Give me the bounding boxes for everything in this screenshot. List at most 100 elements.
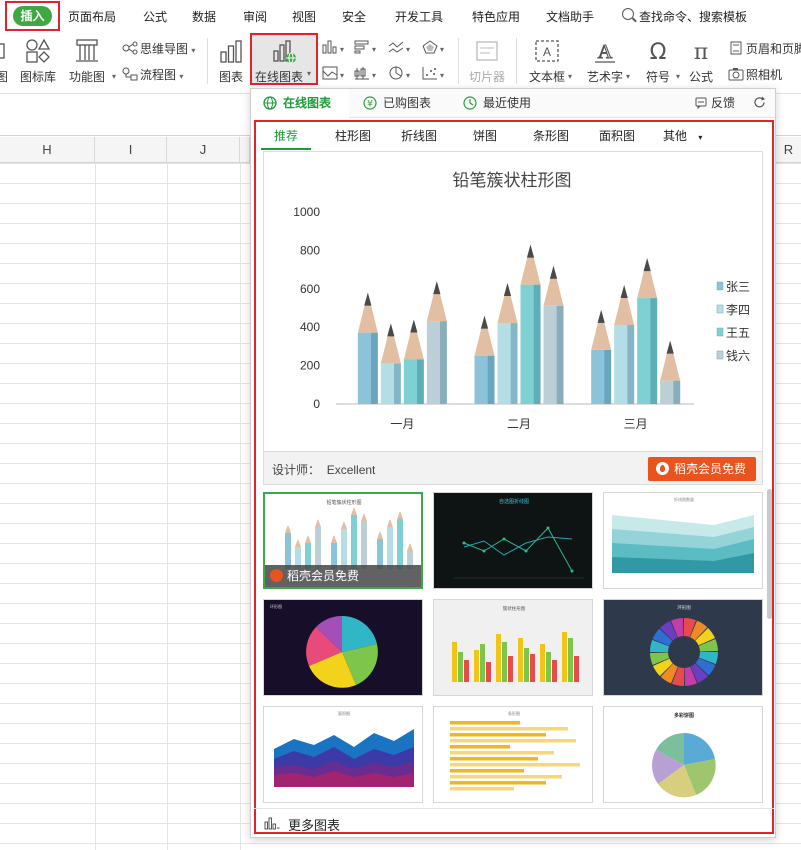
line-chart-icon <box>388 41 404 53</box>
thumb-bar <box>450 757 538 761</box>
more-charts-icon <box>264 817 280 830</box>
command-search[interactable]: 查找命令、搜索模板 <box>639 8 747 25</box>
tab-security[interactable]: 安全 <box>342 8 366 25</box>
tab-formula[interactable]: 公式 <box>143 8 167 25</box>
column-header-h[interactable]: H <box>0 137 95 163</box>
tab-insert[interactable]: 插入 <box>13 6 52 26</box>
subtab-recommended[interactable]: 推荐 <box>274 127 298 144</box>
column-header-k[interactable] <box>240 137 250 163</box>
thumb-yellow-bar[interactable]: 条形图 <box>433 706 593 803</box>
icon-library-button[interactable]: 图标库 <box>18 38 58 85</box>
vip-free-button[interactable]: 稻壳会员免费 <box>647 457 756 481</box>
subtab-line[interactable]: 折线图 <box>401 127 437 144</box>
thumb-bar <box>508 656 513 682</box>
tab-view[interactable]: 视图 <box>292 8 316 25</box>
thumb-bar <box>562 632 567 682</box>
chart-button[interactable]: 图表 <box>213 38 249 85</box>
thumb-dark-line[interactable]: 自选图折线图 <box>433 492 593 589</box>
flame-icon <box>270 569 283 582</box>
subtab-pie[interactable]: 饼图 <box>473 127 497 144</box>
pi-icon: π <box>694 40 708 64</box>
tab-data[interactable]: 数据 <box>192 8 216 25</box>
more-charts-button[interactable]: 更多图表 <box>254 808 774 834</box>
column-header-j[interactable]: J <box>167 137 240 163</box>
legend-label: 李四 <box>726 302 750 317</box>
tab-online-charts[interactable]: 在线图表 <box>251 89 349 118</box>
thumb-chart: 环形图 <box>650 604 718 686</box>
thumb-title: 面积图 <box>338 710 350 716</box>
subtab-bar[interactable]: 条形图 <box>533 127 569 144</box>
thumb-donut-rainbow[interactable]: 环形图 <box>603 599 763 696</box>
icon-library-icon <box>26 38 51 63</box>
legend-swatch <box>716 304 724 314</box>
grid-line <box>167 163 168 850</box>
thumb-pencil-column[interactable]: 铅笔簇状柱形图 稻壳会员免费 <box>263 492 423 589</box>
mind-map-button[interactable]: 思维导图 ▾ <box>122 40 195 57</box>
feedback-button[interactable]: 反馈 <box>695 89 735 118</box>
thumb-chart: 条形图 <box>450 710 580 791</box>
thumb-bar <box>450 745 510 749</box>
slicer-button[interactable]: 切片器 <box>464 38 510 85</box>
camera-icon <box>728 68 744 81</box>
pencil-lead <box>643 258 651 272</box>
textbox-button[interactable]: A 文本框 ▾ <box>522 38 572 85</box>
subtab-active-indicator <box>261 148 311 150</box>
tab-recent[interactable]: 最近使用 <box>463 89 531 118</box>
clock-icon <box>463 96 477 110</box>
stock-chart-menu[interactable]: ▾ <box>354 66 376 81</box>
tab-review[interactable]: 审阅 <box>243 8 267 25</box>
flowchart-button[interactable]: 流程图 ▾ <box>122 66 183 83</box>
refresh-icon <box>754 96 765 108</box>
symbol-button[interactable]: Ω 符号 ▾ <box>638 38 680 85</box>
ribbon-cut-button[interactable]: 图 <box>0 38 10 85</box>
scatter-chart-menu[interactable]: ▾ <box>422 66 444 81</box>
x-category-label: 二月 <box>507 417 531 431</box>
flame-icon <box>655 462 669 475</box>
area-chart-menu[interactable]: ▾ <box>322 66 344 81</box>
thumb-tip <box>351 507 357 515</box>
wordart-button[interactable]: A 艺术字 ▾ <box>580 38 630 85</box>
thumb-pie-dark[interactable]: 环形图 <box>263 599 423 696</box>
tab-doc-assistant[interactable]: 文档助手 <box>546 8 594 25</box>
thumb-tip <box>407 543 413 551</box>
thumb-chart: 簇状柱形图 <box>452 605 579 682</box>
subtab-other[interactable]: 其他 ▾ <box>663 127 702 144</box>
thumb-bar <box>450 733 546 737</box>
refresh-button[interactable] <box>753 89 766 118</box>
bar-chart-menu[interactable]: ▾ <box>354 40 376 55</box>
thumb-area-teal[interactable]: 折线图数量 <box>603 492 763 589</box>
search-icon[interactable] <box>622 8 634 20</box>
thumb-title: 折线图数量 <box>674 496 694 502</box>
column-chart-menu[interactable]: ▾ <box>322 40 344 55</box>
thumb-bar <box>496 634 501 682</box>
tab-special-apps[interactable]: 特色应用 <box>472 8 520 25</box>
line-chart-menu[interactable]: ▾ <box>388 40 410 55</box>
function-chart-button[interactable]: 功能图 ▾ <box>64 38 116 85</box>
thumb-bar <box>546 652 551 682</box>
formula-button[interactable]: π 公式 <box>682 38 720 85</box>
column-header-r[interactable]: R <box>776 137 801 163</box>
y-tick-label: 800 <box>300 243 320 257</box>
gallery-scrollbar[interactable] <box>767 489 772 619</box>
designer-info: 设计师： Excellent <box>272 463 376 477</box>
pie-chart-menu[interactable]: ▾ <box>388 66 410 81</box>
tab-page-layout[interactable]: 页面布局 <box>68 8 116 25</box>
tab-developer[interactable]: 开发工具 <box>395 8 443 25</box>
thumb-bar <box>450 739 576 743</box>
subtab-area[interactable]: 面积图 <box>599 127 635 144</box>
online-chart-button[interactable]: 在线图表 ▾ <box>250 33 318 85</box>
radar-chart-menu[interactable]: ▾ <box>422 40 444 55</box>
camera-button[interactable]: 照相机 <box>728 66 782 83</box>
legend-swatch <box>716 350 724 360</box>
thumb-multi-column[interactable]: 簇状柱形图 <box>433 599 593 696</box>
column-header-i[interactable]: I <box>95 137 167 163</box>
chart-preview[interactable]: 铅笔簇状柱形图 0 200 400 600 800 1000 一月 二月 三月 张三 李四 王五 钱六 <box>263 151 763 482</box>
thumb-stacked-area[interactable]: 面积图 <box>263 706 423 803</box>
tab-purchased-charts[interactable]: ¥ 已购图表 <box>363 89 431 118</box>
thumb-pastel-pie[interactable]: 多彩饼图 <box>603 706 763 803</box>
thumb-tip <box>361 513 367 521</box>
header-footer-button[interactable]: 页眉和页脚 <box>728 40 801 57</box>
subtab-column[interactable]: 柱形图 <box>335 127 371 144</box>
pencil-bar-shade <box>627 324 635 404</box>
svg-text:π: π <box>694 40 708 64</box>
